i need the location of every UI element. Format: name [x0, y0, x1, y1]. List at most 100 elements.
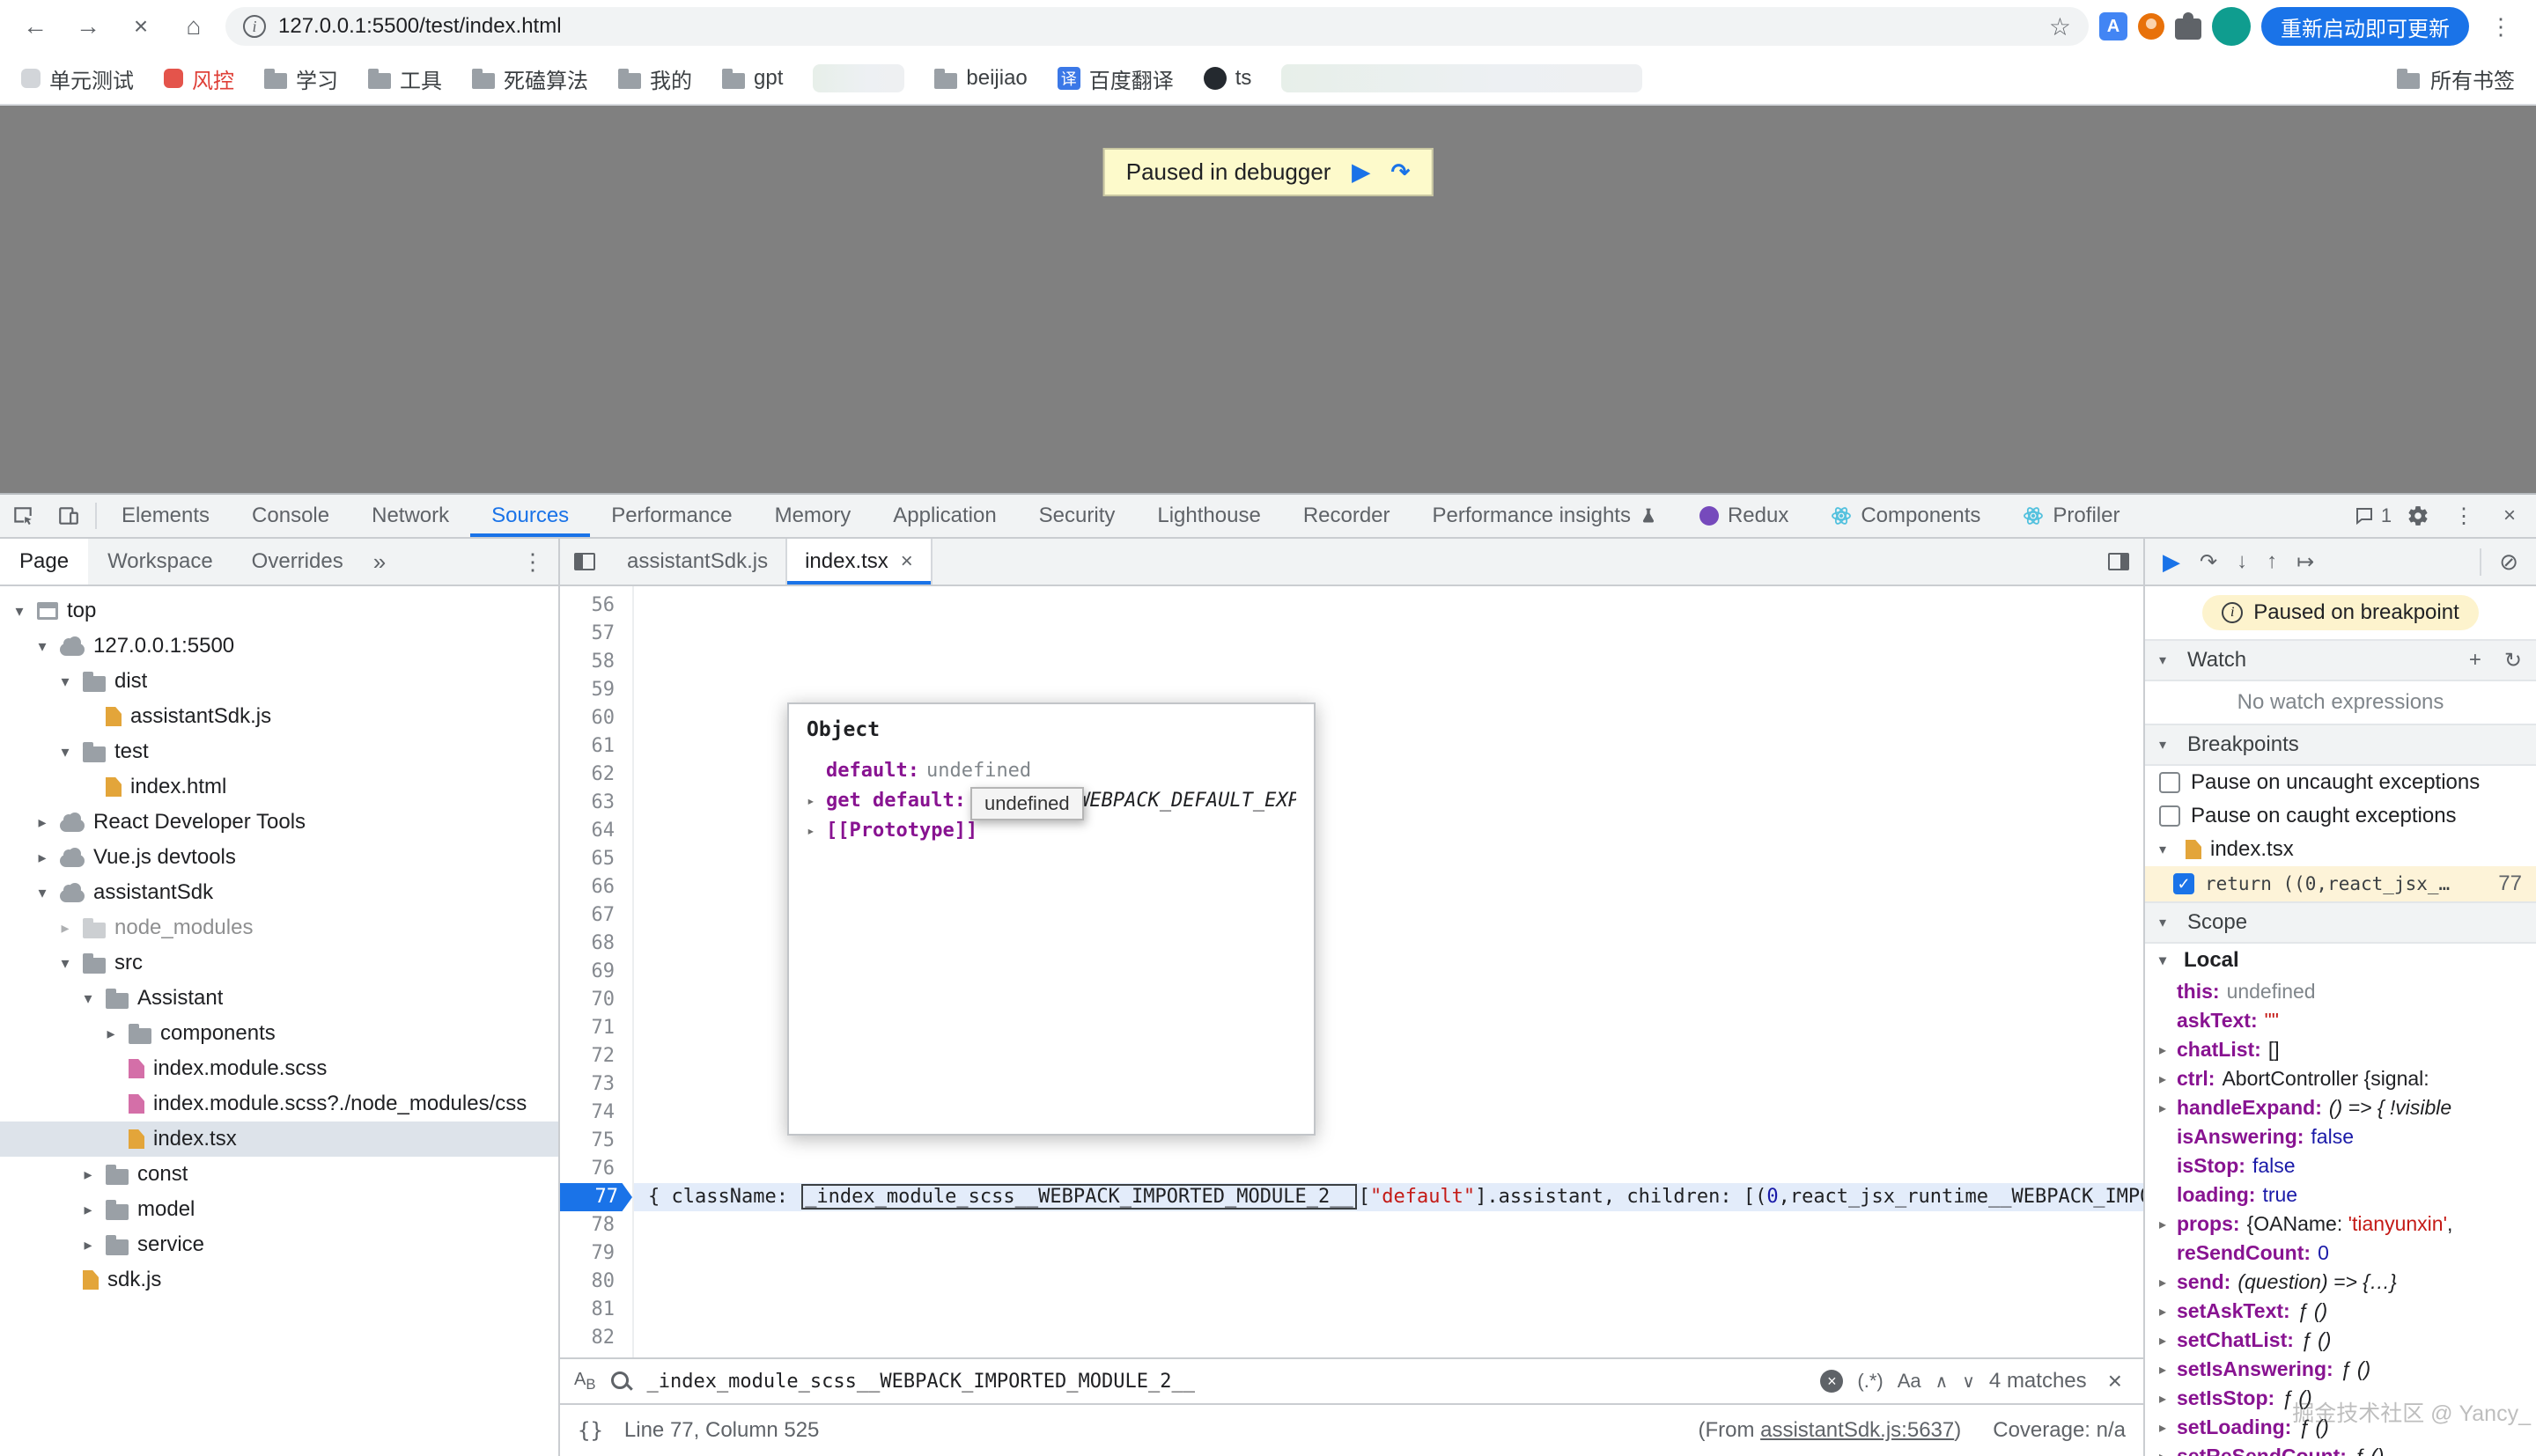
scope-entry-this[interactable]: this:undefined [2145, 977, 2536, 1006]
watch-section-header[interactable]: ▾ Watch + ↻ [2145, 639, 2536, 681]
scope-entry-isstop[interactable]: isStop:false [2145, 1151, 2536, 1180]
profile-avatar[interactable] [2212, 7, 2251, 46]
pause-caught-exceptions-row[interactable]: Pause on caught exceptions [2145, 799, 2536, 833]
navigator-tab-page[interactable]: Page [0, 539, 88, 585]
inspect-icon[interactable] [0, 495, 46, 537]
toggle-debugger-sidebar-icon[interactable] [2094, 539, 2143, 585]
add-watch-icon[interactable]: + [2469, 648, 2481, 673]
tree-item-top[interactable]: ▾top [0, 593, 558, 629]
devtools-tab-sources[interactable]: Sources [470, 495, 590, 537]
code-editor[interactable]: 5657585960616263646566676869707172737475… [560, 586, 2143, 1357]
scope-section-header[interactable]: ▾ Scope [2145, 901, 2536, 944]
code-line[interactable] [634, 1296, 2143, 1324]
pretty-print-icon[interactable]: {} [578, 1418, 603, 1443]
bookmark-item[interactable]: 风控 [164, 63, 234, 94]
devtools-tab-console[interactable]: Console [231, 495, 350, 537]
scope-entry-handleexpand[interactable]: ▸handleExpand:() => { !visible [2145, 1093, 2536, 1122]
tree-item-sdk-js[interactable]: sdk.js [0, 1262, 558, 1298]
expand-arrow-icon[interactable]: ▸ [2159, 1419, 2177, 1437]
breakpoint-entry[interactable]: ✓ return ((0,react_jsx_… 77 [2145, 866, 2536, 901]
tree-item-test[interactable]: ▾test [0, 734, 558, 769]
line-number[interactable]: 65 [560, 845, 632, 873]
tree-item-react-developer-tools[interactable]: ▸React Developer Tools [0, 805, 558, 840]
bookmark-item[interactable]: 工具 [368, 63, 442, 94]
line-number[interactable]: 64 [560, 817, 632, 845]
bookmark-item[interactable]: 学习 [264, 63, 338, 94]
checkbox-checked[interactable]: ✓ [2173, 873, 2194, 894]
scope-entry-setresendcount[interactable]: ▸setReSendCount:ƒ () [2145, 1442, 2536, 1456]
line-number[interactable]: 62 [560, 761, 632, 789]
line-number[interactable]: 82 [560, 1324, 632, 1352]
code-line[interactable] [634, 1268, 2143, 1296]
settings-gear-icon[interactable] [2395, 504, 2441, 527]
tree-item-assistantsdk[interactable]: ▾assistantSdk [0, 875, 558, 910]
scope-entry-setchatlist[interactable]: ▸setChatList:ƒ () [2145, 1326, 2536, 1355]
device-toolbar-icon[interactable] [46, 495, 92, 537]
scope-entry-isanswering[interactable]: isAnswering:false [2145, 1122, 2536, 1151]
step-out-icon[interactable]: ↑ [2267, 549, 2277, 574]
resume-script-icon[interactable]: ▶ [1352, 158, 1369, 186]
tree-item-const[interactable]: ▸const [0, 1157, 558, 1192]
line-number[interactable]: 68 [560, 930, 632, 958]
paused-code-line[interactable]: { className: _index_module_scss__WEBPACK… [634, 1183, 2143, 1211]
bookmark-item[interactable]: 我的 [618, 63, 692, 94]
scope-entry-setisanswering[interactable]: ▸setIsAnswering:ƒ () [2145, 1355, 2536, 1384]
stop-icon[interactable]: × [120, 5, 162, 48]
line-number[interactable]: 79 [560, 1239, 632, 1268]
navigator-tab-overrides[interactable]: Overrides [232, 539, 363, 585]
issues-icon[interactable]: 1 [2349, 504, 2395, 527]
expand-arrow-icon[interactable]: ▸ [2159, 1390, 2177, 1408]
all-bookmarks-button[interactable]: 所有书签 [2372, 63, 2515, 94]
close-search-icon[interactable]: × [2101, 1367, 2129, 1395]
pause-uncaught-exceptions-row[interactable]: Pause on uncaught exceptions [2145, 766, 2536, 799]
bookmark-item[interactable]: 死磕算法 [472, 63, 588, 94]
step-over-icon[interactable]: ↷ [1390, 158, 1410, 186]
address-bar[interactable]: i 127.0.0.1:5500/test/index.html ☆ [225, 7, 2089, 46]
devtools-tab-security[interactable]: Security [1018, 495, 1137, 537]
tree-item-index-module-scss-node-modules-css[interactable]: index.module.scss?./node_modules/css [0, 1086, 558, 1121]
expand-arrow-icon[interactable]: ▸ [807, 792, 826, 809]
toggle-navigator-icon[interactable] [560, 539, 609, 585]
bookmark-item[interactable]: beijiao [934, 66, 1027, 91]
devtools-tab-lighthouse[interactable]: Lighthouse [1136, 495, 1281, 537]
devtools-close-icon[interactable]: × [2487, 504, 2532, 528]
line-number[interactable]: 67 [560, 901, 632, 930]
source-map-link[interactable]: assistantSdk.js:5637 [1760, 1418, 1954, 1442]
devtools-menu-icon[interactable]: ⋮ [2441, 504, 2487, 529]
line-number[interactable]: 60 [560, 704, 632, 732]
code-line[interactable] [634, 1155, 2143, 1183]
step-icon[interactable]: ↦ [2296, 549, 2314, 575]
code-line[interactable] [634, 592, 2143, 620]
update-button[interactable]: 重新启动即可更新 [2261, 7, 2469, 46]
previous-match-icon[interactable]: ∧ [1935, 1371, 1949, 1393]
expand-arrow-icon[interactable]: ▸ [2159, 1099, 2177, 1117]
expand-arrow-icon[interactable]: ▸ [2159, 1303, 2177, 1320]
scope-entry-resendcount[interactable]: reSendCount:0 [2145, 1239, 2536, 1268]
tree-item-assistant[interactable]: ▾Assistant [0, 981, 558, 1016]
collapse-arrow-icon[interactable]: ▾ [2159, 651, 2177, 669]
forward-icon[interactable]: → [67, 5, 109, 48]
search-input[interactable]: _index_module_scss__WEBPACK_IMPORTED_MOD… [646, 1371, 1806, 1393]
expand-arrow-icon[interactable]: ▸ [2159, 1070, 2177, 1088]
code-line[interactable] [634, 648, 2143, 676]
collapse-arrow-icon[interactable]: ▾ [2159, 736, 2177, 754]
expand-arrow-icon[interactable]: ▸ [2159, 1332, 2177, 1349]
scope-entry-chatlist[interactable]: ▸chatList:[] [2145, 1035, 2536, 1064]
expand-arrow-icon[interactable]: ▸ [2159, 1448, 2177, 1456]
line-number[interactable]: 72 [560, 1042, 632, 1070]
back-icon[interactable]: ← [14, 5, 56, 48]
resume-icon[interactable]: ▶ [2163, 548, 2180, 576]
line-number[interactable]: 66 [560, 873, 632, 901]
line-number[interactable]: 76 [560, 1155, 632, 1183]
tree-item-index-tsx[interactable]: index.tsx [0, 1121, 558, 1157]
tree-item-node-modules[interactable]: ▸node_modules [0, 910, 558, 945]
scope-entry-send[interactable]: ▸send:(question) => {…} [2145, 1268, 2536, 1297]
replace-toggle-icon[interactable]: AB [574, 1370, 595, 1393]
bookmark-item[interactable]: gpt [722, 66, 783, 91]
code-line[interactable] [634, 620, 2143, 648]
devtools-tab-performance-insights[interactable]: Performance insights [1412, 495, 1678, 537]
expand-arrow-icon[interactable]: ▸ [807, 822, 826, 839]
match-case-toggle[interactable]: Aa [1898, 1370, 1921, 1393]
line-number[interactable]: 73 [560, 1070, 632, 1099]
tree-item-index-module-scss[interactable]: index.module.scss [0, 1051, 558, 1086]
